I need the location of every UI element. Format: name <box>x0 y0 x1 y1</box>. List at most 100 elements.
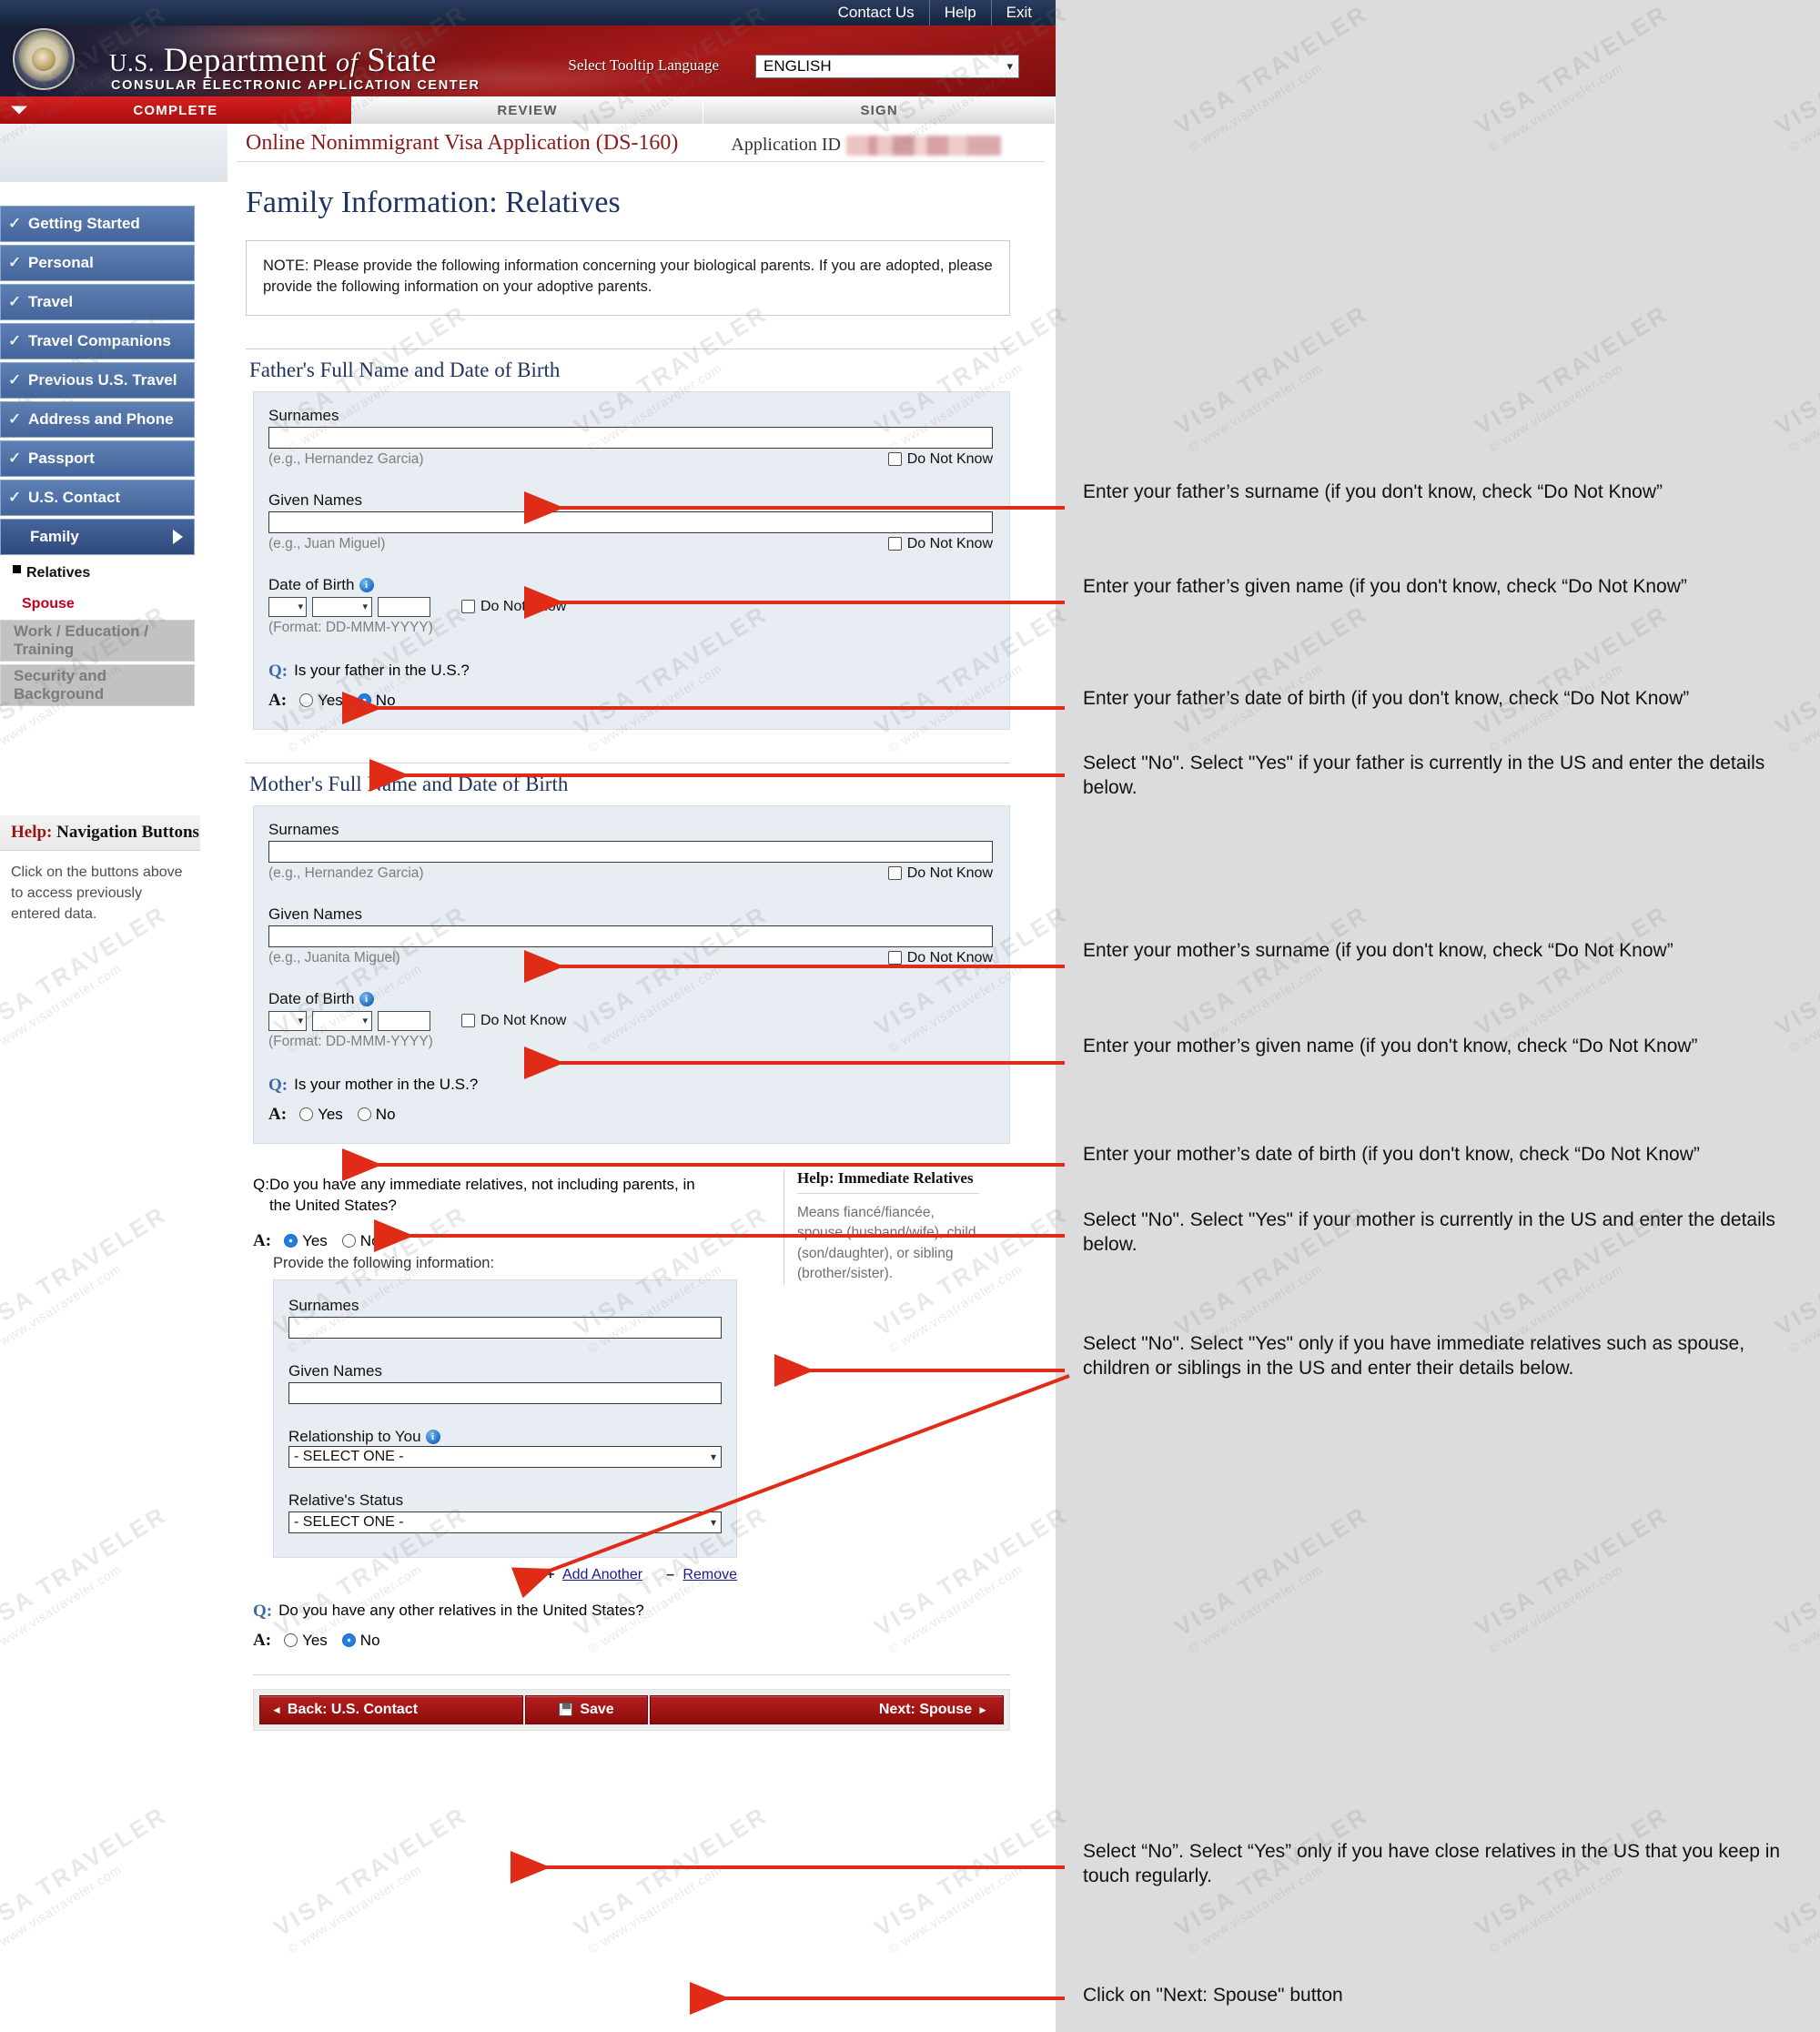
father-section-title: Father's Full Name and Date of Birth <box>249 358 561 381</box>
application-id-value-redacted <box>845 136 1001 156</box>
save-button[interactable]: Save <box>525 1694 648 1724</box>
relationship-label: Relationship to You i <box>288 1428 722 1446</box>
sidebar-item-passport[interactable]: ✓ Passport <box>0 440 195 477</box>
sidebar-subitem-label: Relatives <box>26 565 91 581</box>
relative-status-select[interactable]: - SELECT ONE - ▾ <box>288 1511 722 1533</box>
ceac-application-window: Contact Us Help Exit U.S. Department of … <box>0 0 1057 2032</box>
sidebar-item-label: Getting Started <box>28 215 140 232</box>
application-id-label: Application ID <box>731 135 841 155</box>
sidebar: ✓ Getting Started ✓ Personal ✓ Travel ✓ … <box>0 124 228 1731</box>
add-another-control[interactable]: + Add Another <box>546 1567 642 1583</box>
checkbox-icon[interactable] <box>887 951 902 965</box>
info-icon[interactable]: i <box>359 991 374 1006</box>
father-panel: Surnames (e.g., Hernandez Garcia) Do Not… <box>253 390 1010 730</box>
chevron-down-icon: ▾ <box>710 1515 716 1529</box>
other-relatives-no-option[interactable]: No <box>341 1631 380 1650</box>
mother-given-names-input[interactable] <box>268 925 993 947</box>
next-button[interactable]: Next: Spouse ► <box>650 1694 1004 1724</box>
dept-department: Department <box>163 42 328 79</box>
sidebar-item-address-and-phone[interactable]: ✓ Address and Phone <box>0 401 195 438</box>
father-in-us-no-option[interactable]: No <box>357 692 396 710</box>
relationship-select[interactable]: - SELECT ONE - ▾ <box>288 1445 722 1468</box>
checkbox-icon[interactable] <box>461 1014 475 1028</box>
remove-control[interactable]: – Remove <box>666 1567 737 1583</box>
immediate-relatives-help-box: Help: Immediate Relatives Means fiancé/f… <box>784 1168 979 1285</box>
sidebar-item-personal[interactable]: ✓ Personal <box>0 245 195 281</box>
father-in-us-yes-option[interactable]: Yes <box>299 692 343 710</box>
mother-dob-day-select[interactable]: ▾ <box>268 1010 307 1031</box>
immediate-relatives-no-option[interactable]: No <box>341 1232 380 1250</box>
relative-given-names-input[interactable] <box>288 1381 722 1404</box>
other-relatives-yes-option[interactable]: Yes <box>284 1632 328 1650</box>
add-another-link[interactable]: Add Another <box>562 1567 642 1582</box>
immediate-relatives-help-body: Means fiancé/fiancée, spouse (husband/wi… <box>797 1204 976 1282</box>
sidebar-item-previous-us-travel[interactable]: ✓ Previous U.S. Travel <box>0 362 195 399</box>
sidebar-item-family[interactable]: Family <box>0 519 195 555</box>
info-icon[interactable]: i <box>425 1429 440 1444</box>
help-link[interactable]: Help <box>930 0 992 25</box>
sidebar-item-label: Work / Education / Training <box>14 622 148 658</box>
radio-icon[interactable] <box>299 692 314 707</box>
step-sign[interactable]: SIGN <box>703 96 1057 124</box>
mother-in-us-yes-label: Yes <box>318 1105 343 1123</box>
father-surnames-do-not-know[interactable]: Do Not Know <box>887 450 993 468</box>
radio-icon-selected[interactable] <box>284 1233 298 1248</box>
mother-dob-month-select[interactable]: ▾ <box>312 1010 372 1031</box>
sidebar-item-travel[interactable]: ✓ Travel <box>0 284 195 320</box>
mother-given-names-do-not-know[interactable]: Do Not Know <box>887 950 993 966</box>
checkbox-icon[interactable] <box>887 866 902 881</box>
mother-surnames-input[interactable] <box>268 840 993 863</box>
checkbox-icon[interactable] <box>887 452 902 467</box>
info-icon[interactable]: i <box>359 577 374 592</box>
sidebar-item-label: U.S. Contact <box>28 489 121 506</box>
mother-dob-year-input[interactable] <box>378 1010 430 1031</box>
radio-icon-selected[interactable] <box>357 692 371 707</box>
radio-icon[interactable] <box>284 1633 298 1647</box>
immediate-relatives-yes-option[interactable]: Yes <box>284 1232 328 1250</box>
sidebar-subitem-spouse[interactable]: Spouse <box>0 589 228 620</box>
father-dob-day-select[interactable]: ▾ <box>268 596 307 617</box>
other-relatives-question: Q: Do you have any other relatives in th… <box>253 1602 1010 1622</box>
back-button-label: Back: U.S. Contact <box>287 1701 419 1717</box>
father-given-names-do-not-know[interactable]: Do Not Know <box>887 536 993 552</box>
step-complete[interactable]: COMPLETE <box>0 96 352 124</box>
sidebar-item-us-contact[interactable]: ✓ U.S. Contact <box>0 480 195 516</box>
father-dob-do-not-know[interactable]: Do Not Know <box>461 599 566 615</box>
sidebar-subitem-relatives[interactable]: Relatives <box>0 558 228 589</box>
father-surnames-dnk-label: Do Not Know <box>906 450 993 467</box>
save-button-label: Save <box>580 1701 614 1717</box>
sidebar-item-getting-started[interactable]: ✓ Getting Started <box>0 206 195 242</box>
father-given-names-input[interactable] <box>268 511 993 533</box>
contact-us-link[interactable]: Contact Us <box>824 0 930 25</box>
checkbox-icon[interactable] <box>887 537 902 551</box>
right-caret-icon: ► <box>977 1703 988 1716</box>
relative-surnames-input[interactable] <box>288 1316 722 1339</box>
tooltip-language-select[interactable]: ENGLISH ▾ <box>755 55 1019 78</box>
mother-surnames-do-not-know[interactable]: Do Not Know <box>887 865 993 882</box>
mother-dob-do-not-know[interactable]: Do Not Know <box>461 1013 566 1029</box>
radio-icon[interactable] <box>341 1233 356 1248</box>
note-box: NOTE: Please provide the following infor… <box>246 240 1010 316</box>
radio-icon[interactable] <box>299 1107 314 1121</box>
mother-in-us-no-option[interactable]: No <box>357 1106 396 1124</box>
mother-in-us-yes-option[interactable]: Yes <box>299 1106 343 1124</box>
father-dob-year-input[interactable] <box>378 596 430 617</box>
back-button[interactable]: ◄ Back: U.S. Contact <box>259 1694 523 1724</box>
annotation-mother-in-us: Select "No". Select "Yes" if your mother… <box>1083 1209 1775 1255</box>
father-dob-month-select[interactable]: ▾ <box>312 596 372 617</box>
step-review[interactable]: REVIEW <box>351 96 704 124</box>
remove-link[interactable]: Remove <box>682 1567 737 1582</box>
other-relatives-no-label: No <box>359 1631 380 1649</box>
sidebar-help-title-lead: Help: <box>11 823 53 842</box>
checkbox-icon[interactable] <box>461 600 475 614</box>
radio-icon-selected[interactable] <box>341 1633 356 1647</box>
father-surnames-input[interactable] <box>268 426 993 449</box>
save-disk-icon <box>559 1703 573 1717</box>
step-complete-label: COMPLETE <box>133 102 218 118</box>
sidebar-top-spacer <box>0 124 228 183</box>
radio-icon[interactable] <box>357 1107 371 1121</box>
exit-link[interactable]: Exit <box>992 0 1036 25</box>
sidebar-help-title-rest: Navigation Buttons <box>56 823 199 842</box>
sidebar-item-travel-companions[interactable]: ✓ Travel Companions <box>0 323 195 359</box>
relative-given-names-label: Given Names <box>288 1361 382 1380</box>
